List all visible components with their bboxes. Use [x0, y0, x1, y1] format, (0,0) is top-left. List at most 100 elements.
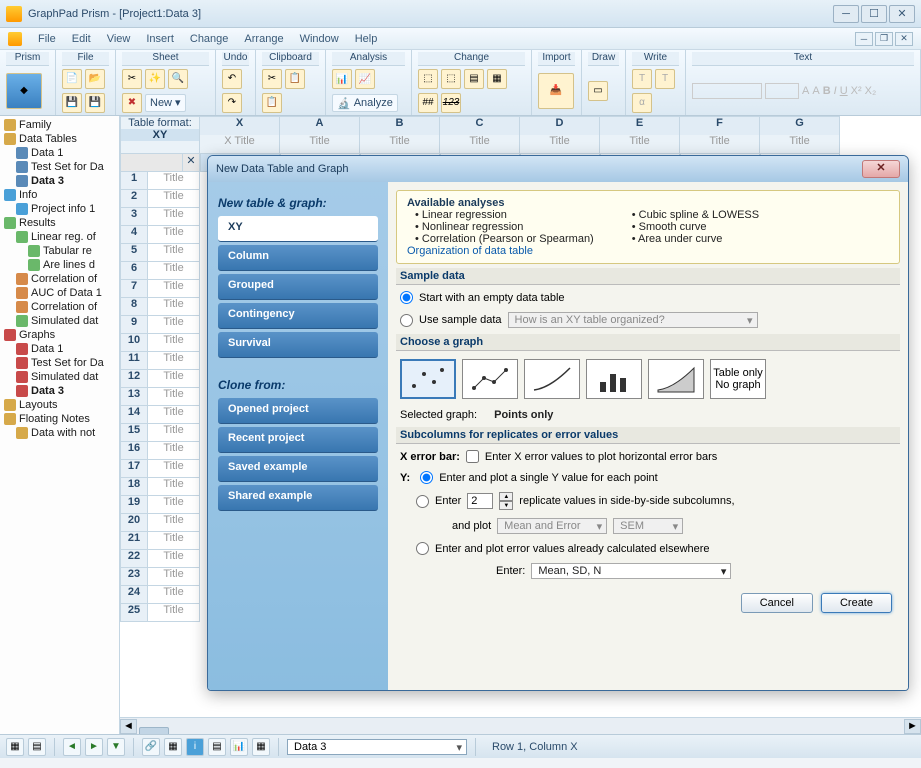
- app-menu-icon[interactable]: [8, 32, 22, 46]
- text-t2-icon[interactable]: T: [655, 69, 675, 89]
- sheet-selector[interactable]: Data 3: [287, 739, 467, 755]
- maximize-button[interactable]: ☐: [861, 5, 887, 23]
- row-header[interactable]: 15Title: [120, 424, 200, 442]
- cut-icon[interactable]: ✂: [262, 69, 282, 89]
- undo-icon[interactable]: ↶: [222, 69, 242, 89]
- status-layout-icon[interactable]: ▦: [252, 738, 270, 756]
- prism-icon[interactable]: ◆: [6, 73, 42, 109]
- row-header[interactable]: 9Title: [120, 316, 200, 334]
- analyze-button[interactable]: 🔬Analyze: [332, 94, 398, 112]
- column-header[interactable]: ATitle: [280, 116, 360, 154]
- tree-gtestset[interactable]: Test Set for Da: [2, 356, 117, 370]
- column-header[interactable]: BTitle: [360, 116, 440, 154]
- redo-icon[interactable]: ↷: [222, 93, 242, 113]
- row-header[interactable]: 18Title: [120, 478, 200, 496]
- mdi-minimize[interactable]: ─: [855, 32, 873, 46]
- tab-xy[interactable]: XY: [218, 216, 378, 242]
- graph-table-only[interactable]: Table only No graph: [710, 359, 766, 399]
- row-header[interactable]: 13Title: [120, 388, 200, 406]
- alpha-icon[interactable]: α: [632, 93, 652, 113]
- dialog-titlebar[interactable]: New Data Table and Graph ✕: [208, 156, 908, 182]
- tree-projectinfo[interactable]: Project info 1: [2, 202, 117, 216]
- tree-info[interactable]: Info: [2, 188, 117, 202]
- save-icon[interactable]: 💾: [62, 93, 82, 113]
- replicates-input[interactable]: [467, 493, 493, 509]
- analysis1-icon[interactable]: 📊: [332, 69, 352, 89]
- close-column-icon[interactable]: ✕: [183, 154, 199, 171]
- row-header[interactable]: 3Title: [120, 208, 200, 226]
- status-table-icon[interactable]: ▦: [164, 738, 182, 756]
- status-info-icon[interactable]: i: [186, 738, 204, 756]
- import-icon[interactable]: 📥: [538, 73, 574, 109]
- radio-y-calculated[interactable]: [416, 542, 429, 555]
- menu-file[interactable]: File: [30, 33, 64, 45]
- row-header[interactable]: 22Title: [120, 550, 200, 568]
- tree-data1[interactable]: Data 1: [2, 146, 117, 160]
- tree-results[interactable]: Results: [2, 216, 117, 230]
- menu-help[interactable]: Help: [347, 33, 386, 45]
- status-graph-icon[interactable]: 📊: [230, 738, 248, 756]
- tab-opened-project[interactable]: Opened project: [218, 398, 378, 424]
- change4-icon[interactable]: ▦: [487, 69, 507, 89]
- tree-gsim[interactable]: Simulated dat: [2, 370, 117, 384]
- sample-data-combo[interactable]: How is an XY table organized?: [508, 312, 758, 328]
- spin-up[interactable]: ▲: [499, 492, 513, 501]
- graph-line[interactable]: [524, 359, 580, 399]
- font-smaller-icon[interactable]: A: [802, 85, 809, 97]
- column-header[interactable]: DTitle: [520, 116, 600, 154]
- tree-corr1[interactable]: Correlation of: [2, 272, 117, 286]
- row-header[interactable]: 12Title: [120, 370, 200, 388]
- row-header[interactable]: 17Title: [120, 460, 200, 478]
- row-header[interactable]: 16Title: [120, 442, 200, 460]
- tab-saved-example[interactable]: Saved example: [218, 456, 378, 482]
- analysis2-icon[interactable]: 📈: [355, 69, 375, 89]
- row-header[interactable]: 5Title: [120, 244, 200, 262]
- menu-window[interactable]: Window: [292, 33, 347, 45]
- mdi-close[interactable]: ✕: [895, 32, 913, 46]
- menu-edit[interactable]: Edit: [64, 33, 99, 45]
- tree-data3[interactable]: Data 3: [2, 174, 117, 188]
- copy-icon[interactable]: 📋: [285, 69, 305, 89]
- sheet-scrollbar[interactable]: ◄ ►: [120, 717, 921, 734]
- column-header[interactable]: FTitle: [680, 116, 760, 154]
- menu-view[interactable]: View: [99, 33, 139, 45]
- scroll-right-icon[interactable]: ►: [904, 719, 921, 734]
- row-header[interactable]: 1Title: [120, 172, 200, 190]
- nav-prev-icon[interactable]: ◄: [63, 738, 81, 756]
- tree-gdata3[interactable]: Data 3: [2, 384, 117, 398]
- change1-icon[interactable]: ⬚: [418, 69, 438, 89]
- row-header[interactable]: 2Title: [120, 190, 200, 208]
- row-header[interactable]: 21Title: [120, 532, 200, 550]
- change3-icon[interactable]: ▤: [464, 69, 484, 89]
- nav-next-icon[interactable]: ►: [85, 738, 103, 756]
- open-file-icon[interactable]: 📂: [85, 69, 105, 89]
- delete-sheet-icon[interactable]: ✖: [122, 93, 142, 113]
- row-header[interactable]: 7Title: [120, 280, 200, 298]
- change2-icon[interactable]: ⬚: [441, 69, 461, 89]
- row-header[interactable]: 4Title: [120, 226, 200, 244]
- wand-icon[interactable]: ✨: [145, 69, 165, 89]
- status-view2-icon[interactable]: ▤: [28, 738, 46, 756]
- tree-tabular[interactable]: Tabular re: [2, 244, 117, 258]
- org-link[interactable]: Organization of data table: [407, 245, 533, 257]
- tab-survival[interactable]: Survival: [218, 332, 378, 358]
- tab-shared-example[interactable]: Shared example: [218, 485, 378, 511]
- save-all-icon[interactable]: 💾: [85, 93, 105, 113]
- italic-icon[interactable]: I: [834, 85, 837, 97]
- tree-graphs[interactable]: Graphs: [2, 328, 117, 342]
- link-icon[interactable]: 🔗: [142, 738, 160, 756]
- menu-insert[interactable]: Insert: [138, 33, 182, 45]
- row-header[interactable]: 6Title: [120, 262, 200, 280]
- subscript-icon[interactable]: X₂: [865, 85, 877, 97]
- row-header[interactable]: 24Title: [120, 586, 200, 604]
- tab-recent-project[interactable]: Recent project: [218, 427, 378, 453]
- graph-bar[interactable]: [586, 359, 642, 399]
- underline-icon[interactable]: U: [840, 85, 848, 97]
- xerr-checkbox[interactable]: [466, 450, 479, 463]
- tab-grouped[interactable]: Grouped: [218, 274, 378, 300]
- tree-gdata1[interactable]: Data 1: [2, 342, 117, 356]
- row-header[interactable]: 8Title: [120, 298, 200, 316]
- nav-down-icon[interactable]: ▼: [107, 738, 125, 756]
- scroll-thumb[interactable]: [139, 727, 169, 734]
- row-header[interactable]: 19Title: [120, 496, 200, 514]
